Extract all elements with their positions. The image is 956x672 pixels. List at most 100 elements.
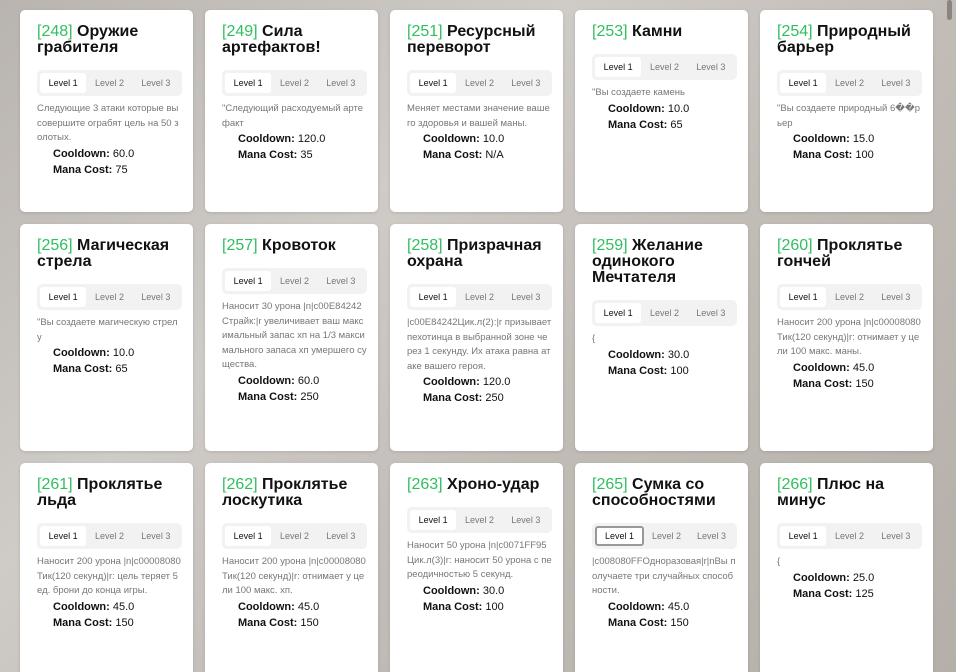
tab-level-2[interactable]: Level 2 (641, 57, 687, 77)
tab-level-2[interactable]: Level 2 (826, 287, 872, 307)
mana-cost-value: 75 (115, 163, 128, 176)
tab-level-2[interactable]: Level 2 (456, 73, 502, 93)
level-tabs: Level 1 Level 2 Level 3 (222, 70, 367, 96)
mana-cost-label: Mana Cost: (423, 392, 483, 404)
ability-id: [262] (222, 476, 258, 493)
tab-level-3[interactable]: Level 3 (873, 73, 919, 93)
cooldown-label: Cooldown: (793, 133, 850, 145)
tab-level-1[interactable]: Level 1 (225, 526, 272, 546)
mana-cost-value: N/A (485, 149, 504, 161)
level-tabs: Level 1 Level 2 Level 3 (222, 268, 367, 294)
tab-level-1[interactable]: Level 1 (595, 526, 644, 546)
tab-level-2[interactable]: Level 2 (826, 73, 872, 93)
cooldown-label: Cooldown: (423, 133, 480, 145)
cooldown-value: 10.0 (667, 102, 690, 115)
tab-level-2[interactable]: Level 2 (271, 526, 317, 546)
mana-cost-stat: Mana Cost: 65 (37, 361, 183, 377)
cooldown-label: Cooldown: (423, 584, 480, 597)
ability-title: [257] Кровоток (222, 238, 368, 254)
cooldown-value: 10.0 (482, 133, 505, 145)
tab-level-3[interactable]: Level 3 (873, 526, 919, 546)
tab-level-3[interactable]: Level 3 (318, 526, 364, 546)
tab-level-1[interactable]: Level 1 (595, 303, 642, 323)
tab-level-2[interactable]: Level 2 (456, 287, 502, 307)
level-tabs: Level 1 Level 2 Level 3 (407, 507, 552, 533)
tab-level-2[interactable]: Level 2 (271, 271, 317, 291)
mana-cost-value: 150 (115, 616, 134, 629)
tab-level-3[interactable]: Level 3 (318, 271, 364, 291)
tab-level-2[interactable]: Level 2 (271, 73, 317, 93)
cooldown-stat: Cooldown: 10.0 (37, 345, 183, 361)
tab-level-3[interactable]: Level 3 (503, 510, 549, 530)
ability-description: |c00E84242Цик.л(2):|r призывает пехотинц… (407, 317, 552, 372)
ability-name: Камни (632, 23, 683, 40)
ability-description: { (777, 556, 781, 567)
mana-cost-label: Mana Cost: (423, 149, 483, 161)
level-tabs: Level 1 Level 2 Level 3 (592, 523, 737, 549)
cooldown-stat: Cooldown: 45.0 (222, 599, 368, 615)
tab-level-3[interactable]: Level 3 (133, 73, 179, 93)
tab-level-1[interactable]: Level 1 (595, 57, 642, 77)
ability-description: Наносит 200 урона |n|c00008080Тик(120 се… (777, 317, 921, 357)
ability-id: [254] (777, 23, 813, 40)
ability-id: [260] (777, 237, 813, 254)
tab-level-3[interactable]: Level 3 (688, 57, 734, 77)
tab-level-2[interactable]: Level 2 (456, 510, 502, 530)
tab-level-3[interactable]: Level 3 (503, 73, 549, 93)
mana-cost-stat: Mana Cost: 150 (592, 615, 738, 631)
mana-cost-value: 250 (300, 390, 319, 403)
tab-level-2[interactable]: Level 2 (86, 73, 132, 93)
tab-level-3[interactable]: Level 3 (133, 526, 179, 546)
scrollbar[interactable] (944, 0, 956, 672)
ability-card: [258] Призрачная охрана Level 1 Level 2 … (390, 224, 563, 451)
tab-level-1[interactable]: Level 1 (40, 526, 87, 546)
tab-level-2[interactable]: Level 2 (826, 526, 872, 546)
tab-level-3[interactable]: Level 3 (688, 303, 734, 323)
tab-level-1[interactable]: Level 1 (780, 526, 827, 546)
cooldown-value: 60.0 (112, 147, 135, 160)
tab-level-1[interactable]: Level 1 (780, 287, 827, 307)
mana-cost-value: 100 (670, 364, 689, 377)
tab-level-1[interactable]: Level 1 (410, 287, 457, 307)
ability-description: Следующие 3 атаки которые вы совершите о… (37, 103, 179, 143)
cooldown-value: 45.0 (112, 600, 135, 613)
mana-cost-value: 150 (855, 377, 874, 390)
tab-level-3[interactable]: Level 3 (873, 287, 919, 307)
tab-level-3[interactable]: Level 3 (689, 526, 734, 546)
tab-level-1[interactable]: Level 1 (410, 73, 457, 93)
ability-card: [261] Проклятье льда Level 1 Level 2 Lev… (20, 463, 193, 672)
cooldown-label: Cooldown: (238, 374, 295, 387)
ability-title: [253] Камни (592, 24, 738, 40)
cooldown-value: 45.0 (667, 600, 690, 613)
tab-level-1[interactable]: Level 1 (225, 271, 272, 291)
mana-cost-stat: Mana Cost: 150 (777, 376, 923, 392)
cooldown-value: 45.0 (852, 361, 875, 374)
cooldown-stat: Cooldown: 10.0 (407, 131, 553, 147)
cooldown-value: 30.0 (667, 348, 690, 361)
mana-cost-label: Mana Cost: (608, 118, 668, 131)
tab-level-2[interactable]: Level 2 (641, 303, 687, 323)
tab-level-3[interactable]: Level 3 (503, 287, 549, 307)
mana-cost-label: Mana Cost: (238, 390, 298, 403)
mana-cost-stat: Mana Cost: 65 (592, 117, 738, 133)
scrollbar-thumb[interactable] (947, 0, 952, 20)
tab-level-2[interactable]: Level 2 (644, 526, 689, 546)
tab-level-1[interactable]: Level 1 (410, 510, 457, 530)
tab-level-3[interactable]: Level 3 (318, 73, 364, 93)
level-tabs: Level 1 Level 2 Level 3 (407, 284, 552, 310)
ability-card: [248] Оружие грабителя Level 1 Level 2 L… (20, 10, 193, 212)
tab-level-1[interactable]: Level 1 (40, 287, 87, 307)
level-tabs: Level 1 Level 2 Level 3 (592, 300, 737, 326)
cooldown-stat: Cooldown: 10.0 (592, 101, 738, 117)
tab-level-1[interactable]: Level 1 (225, 73, 272, 93)
ability-description: "Вы создаете камень (592, 87, 685, 98)
tab-level-1[interactable]: Level 1 (780, 73, 827, 93)
mana-cost-stat: Mana Cost: 100 (407, 599, 553, 615)
cooldown-label: Cooldown: (608, 348, 665, 361)
tab-level-2[interactable]: Level 2 (86, 287, 132, 307)
tab-level-2[interactable]: Level 2 (86, 526, 132, 546)
tab-level-1[interactable]: Level 1 (40, 73, 87, 93)
tab-level-3[interactable]: Level 3 (133, 287, 179, 307)
ability-card: [265] Сумка со способностями Level 1 Lev… (575, 463, 748, 672)
mana-cost-value: 65 (115, 363, 128, 375)
